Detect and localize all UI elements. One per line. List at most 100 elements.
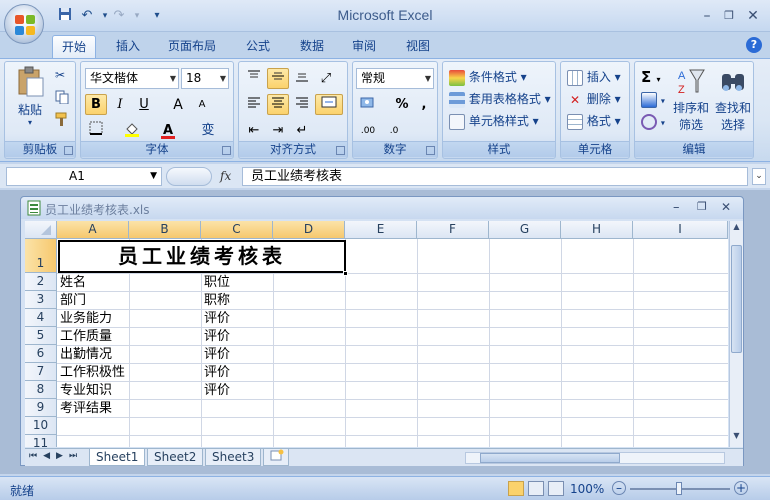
row-header-1[interactable]: 1: [25, 239, 57, 273]
page-layout-view-icon[interactable]: [528, 481, 544, 496]
horizontal-scrollbar[interactable]: [465, 452, 725, 464]
cell-a2[interactable]: 姓名: [60, 274, 86, 291]
formula-input[interactable]: 员工业绩考核表: [242, 167, 748, 186]
cell-a9[interactable]: 考评结果: [60, 400, 112, 417]
cell-c4[interactable]: 评价: [204, 310, 230, 327]
insert-function-button[interactable]: fx: [220, 169, 231, 183]
align-left-icon[interactable]: [243, 94, 265, 115]
phonetic-button[interactable]: 变: [197, 120, 219, 141]
spreadsheet-grid[interactable]: A B C D E F G H I 1 2 3 4 5 6 7 8 9 10 1…: [25, 221, 728, 447]
accounting-format-icon[interactable]: [357, 94, 379, 115]
grow-font-button[interactable]: A: [167, 94, 189, 115]
tab-insert[interactable]: 插入: [106, 35, 150, 58]
bold-button[interactable]: B: [85, 94, 107, 115]
cell-c5[interactable]: 评价: [204, 328, 230, 345]
scroll-up-icon[interactable]: ▲: [731, 222, 742, 234]
number-format-select[interactable]: 常规 ▼: [356, 68, 434, 89]
decrease-decimal-button[interactable]: .0: [383, 120, 405, 141]
increase-indent-icon[interactable]: ⇥: [267, 120, 289, 141]
expand-formula-bar-icon[interactable]: ⌄: [752, 168, 766, 185]
workbook-minimize-icon[interactable]: –: [673, 200, 680, 215]
column-header-f[interactable]: F: [417, 221, 489, 239]
row-header-9[interactable]: 9: [25, 399, 57, 417]
insert-cells-button[interactable]: 插入 ▾: [567, 68, 621, 86]
insert-sheet-icon[interactable]: [263, 449, 289, 466]
underline-button[interactable]: U: [133, 94, 155, 115]
select-all-corner[interactable]: [25, 221, 57, 239]
cell-styles-button[interactable]: 单元格样式 ▾: [449, 112, 539, 130]
cut-icon[interactable]: ✂: [55, 68, 65, 82]
increase-decimal-button[interactable]: .00: [357, 120, 379, 141]
restore-icon[interactable]: ❐: [718, 6, 740, 26]
delete-cells-button[interactable]: ✕ 删除 ▾: [567, 90, 621, 108]
column-header-i[interactable]: I: [633, 221, 728, 239]
align-middle-icon[interactable]: [267, 68, 289, 89]
column-header-h[interactable]: H: [561, 221, 633, 239]
font-size-select[interactable]: 18 ▼: [181, 68, 229, 89]
copy-icon[interactable]: [55, 90, 69, 107]
paste-button[interactable]: 粘贴 ▾: [11, 66, 49, 132]
normal-view-icon[interactable]: [508, 481, 524, 496]
decrease-indent-icon[interactable]: ⇤: [243, 120, 265, 141]
fill-icon[interactable]: ▾: [641, 92, 665, 108]
cell-a4[interactable]: 业务能力: [60, 310, 112, 327]
minimize-icon[interactable]: –: [696, 6, 718, 26]
sheet-tab-sheet2[interactable]: Sheet2: [147, 449, 204, 466]
format-painter-icon[interactable]: [55, 112, 69, 129]
tab-page-layout[interactable]: 页面布局: [160, 35, 224, 58]
zoom-level[interactable]: 100%: [570, 482, 604, 496]
cell-a5[interactable]: 工作质量: [60, 328, 112, 345]
row-header-5[interactable]: 5: [25, 327, 57, 345]
cell-a7[interactable]: 工作积极性: [60, 364, 125, 381]
row-header-7[interactable]: 7: [25, 363, 57, 381]
align-right-icon[interactable]: [291, 94, 313, 115]
close-icon[interactable]: ✕: [742, 6, 764, 26]
orientation-icon[interactable]: ⤢: [315, 68, 337, 89]
zoom-out-icon[interactable]: –: [612, 481, 626, 495]
zoom-slider-thumb[interactable]: [676, 482, 682, 495]
horizontal-scroll-thumb[interactable]: [480, 453, 620, 463]
cell-c3[interactable]: 职称: [204, 292, 230, 309]
row-header-10[interactable]: 10: [25, 417, 57, 435]
italic-button[interactable]: I: [109, 94, 131, 115]
cell-a6[interactable]: 出勤情况: [60, 346, 112, 363]
cell-c6[interactable]: 评价: [204, 346, 230, 363]
fill-handle[interactable]: [343, 271, 348, 276]
align-bottom-icon[interactable]: [291, 68, 313, 89]
cell-a3[interactable]: 部门: [60, 292, 86, 309]
name-box-dropdown-icon[interactable]: ▼: [150, 168, 157, 185]
tab-data[interactable]: 数据: [290, 35, 334, 58]
cell-c7[interactable]: 评价: [204, 364, 230, 381]
cell-a8[interactable]: 专业知识: [60, 382, 112, 399]
align-top-icon[interactable]: [243, 68, 265, 89]
fill-color-icon[interactable]: [121, 120, 143, 141]
clipboard-launcher-icon[interactable]: [64, 146, 73, 155]
sheet-tab-sheet3[interactable]: Sheet3: [205, 449, 262, 466]
row-header-3[interactable]: 3: [25, 291, 57, 309]
wrap-text-icon[interactable]: ↵: [291, 120, 313, 141]
column-header-d[interactable]: D: [273, 221, 345, 239]
format-cells-button[interactable]: 格式 ▾: [567, 112, 621, 130]
shrink-font-button[interactable]: A: [191, 94, 213, 115]
autosum-button[interactable]: Σ ▾: [641, 68, 661, 86]
font-launcher-icon[interactable]: [222, 146, 231, 155]
formula-bar-splitter[interactable]: [166, 167, 212, 186]
zoom-in-icon[interactable]: +: [734, 481, 748, 495]
column-header-g[interactable]: G: [489, 221, 561, 239]
name-box[interactable]: A1 ▼: [6, 167, 162, 186]
workbook-close-icon[interactable]: ✕: [721, 200, 731, 214]
number-launcher-icon[interactable]: [426, 146, 435, 155]
sheet-tab-sheet1[interactable]: Sheet1: [89, 449, 146, 466]
cell-c2[interactable]: 职位: [204, 274, 230, 291]
row-header-11[interactable]: 11: [25, 435, 57, 447]
vertical-scrollbar[interactable]: ▲ ▼: [729, 221, 743, 447]
row-header-4[interactable]: 4: [25, 309, 57, 327]
column-header-b[interactable]: B: [129, 221, 201, 239]
find-select-button[interactable]: 查找和 选择: [713, 66, 753, 133]
alignment-launcher-icon[interactable]: [336, 146, 345, 155]
comma-style-button[interactable]: ,: [413, 94, 435, 115]
page-break-view-icon[interactable]: [548, 481, 564, 496]
column-header-a[interactable]: A: [57, 221, 129, 239]
font-color-icon[interactable]: A: [157, 120, 179, 141]
column-header-e[interactable]: E: [345, 221, 417, 239]
